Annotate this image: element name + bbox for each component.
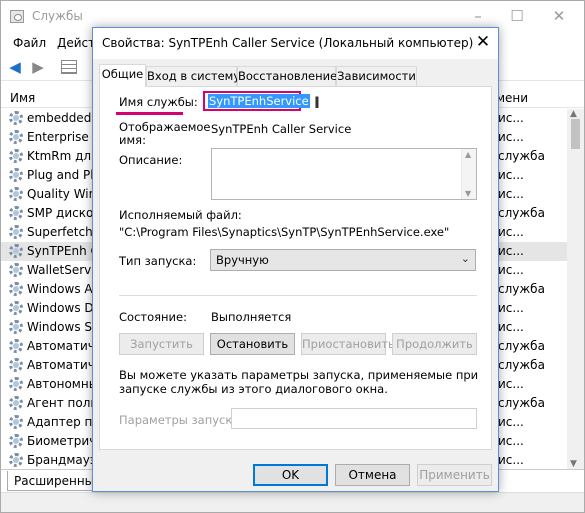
- service-gear-icon: [9, 149, 23, 163]
- stop-button[interactable]: Остановить: [210, 333, 295, 355]
- service-gear-icon: [9, 168, 23, 182]
- service-gear-icon: [9, 320, 23, 334]
- tab-general[interactable]: Общие: [99, 64, 146, 87]
- minimize-icon[interactable]: –: [468, 7, 488, 25]
- column-header-startup[interactable]: мени: [496, 91, 528, 105]
- column-header-name[interactable]: Имя: [10, 91, 35, 105]
- scroll-up-icon[interactable]: ▲: [465, 150, 471, 159]
- forward-arrow-icon[interactable]: ▶: [29, 59, 47, 75]
- services-window-title: Службы: [32, 9, 83, 23]
- dialog-title: Свойства: SynTPEnh Caller Service (Локал…: [102, 36, 474, 50]
- ok-button[interactable]: OK: [253, 464, 328, 486]
- start-params-input[interactable]: [231, 408, 477, 429]
- service-state-label: Состояние:: [119, 310, 187, 324]
- scroll-up-icon[interactable]: ▲: [570, 109, 577, 119]
- start-button[interactable]: Запустить: [119, 333, 204, 355]
- service-gear-icon: [9, 396, 23, 410]
- service-gear-icon: [9, 111, 23, 125]
- service-gear-icon: [9, 225, 23, 239]
- services-app-icon: [10, 10, 24, 23]
- start-params-info: Вы можете указать параметры запуска, при…: [119, 368, 479, 396]
- show-hide-tree-icon[interactable]: [61, 60, 77, 74]
- service-gear-icon: [9, 263, 23, 277]
- text-cursor-icon: I: [314, 93, 320, 112]
- service-gear-icon: [9, 358, 23, 372]
- description-field[interactable]: ▲ ▼: [211, 148, 477, 200]
- scrollbar-thumb[interactable]: [571, 119, 580, 149]
- startup-type-select[interactable]: Вручную ⌄: [210, 249, 476, 271]
- service-gear-icon: [9, 434, 23, 448]
- service-state-value: Выполняется: [211, 310, 292, 324]
- services-vertical-scrollbar[interactable]: ▲ ▼: [567, 109, 584, 469]
- display-name-value[interactable]: SynTPEnh Caller Service: [211, 122, 351, 136]
- menu-file[interactable]: Файл: [13, 36, 46, 50]
- service-gear-icon: [9, 187, 23, 201]
- service-gear-icon: [9, 453, 23, 467]
- resume-button[interactable]: Продолжить: [392, 333, 477, 355]
- executable-path[interactable]: "C:\Program Files\Synaptics\SynTP\SynTPE…: [119, 225, 449, 239]
- service-gear-icon: [9, 301, 23, 315]
- service-gear-icon: [9, 377, 23, 391]
- display-name-label: Отображаемое имя:: [119, 120, 211, 147]
- tab-recovery[interactable]: Восстановление: [237, 66, 337, 86]
- startup-type-value: Вручную: [216, 253, 269, 267]
- dialog-titlebar: Свойства: SynTPEnh Caller Service (Локал…: [93, 28, 498, 59]
- back-arrow-icon[interactable]: ◀: [6, 59, 24, 75]
- close-icon[interactable]: ✕: [473, 32, 493, 52]
- startup-type-label: Тип запуска:: [119, 254, 197, 268]
- chevron-down-icon: ⌄: [460, 252, 470, 265]
- services-statusbar: [1, 492, 584, 512]
- scroll-down-icon[interactable]: ▼: [570, 459, 577, 469]
- apply-button[interactable]: Применить: [417, 464, 492, 486]
- pause-button[interactable]: Приостановить: [301, 333, 395, 355]
- executable-label: Исполняемый файл:: [119, 208, 242, 222]
- highlight-box: SynTPEnhService: [203, 91, 310, 111]
- description-scrollbar[interactable]: ▲ ▼: [461, 149, 476, 199]
- service-gear-icon: [9, 244, 23, 258]
- close-icon[interactable]: ✕: [549, 7, 569, 25]
- service-gear-icon: [9, 415, 23, 429]
- maximize-icon[interactable]: ☐: [507, 7, 527, 25]
- service-name-value[interactable]: SynTPEnhService: [208, 94, 310, 108]
- divider: [119, 295, 477, 296]
- start-params-label: Параметры запуска:: [119, 413, 244, 427]
- tab-dependencies[interactable]: Зависимости: [336, 66, 417, 86]
- service-gear-icon: [9, 339, 23, 353]
- service-gear-icon: [9, 282, 23, 296]
- cancel-button[interactable]: Отмена: [335, 464, 410, 486]
- service-name-label: Имя службы:: [119, 95, 198, 109]
- service-properties-dialog: Свойства: SynTPEnh Caller Service (Локал…: [92, 27, 499, 492]
- scroll-down-icon[interactable]: ▼: [465, 189, 471, 198]
- highlight-underline: [116, 112, 183, 115]
- description-label: Описание:: [119, 153, 183, 167]
- service-gear-icon: [9, 206, 23, 220]
- general-tab-panel: Имя службы: SynTPEnhService I Отображаем…: [99, 86, 492, 450]
- service-gear-icon: [9, 130, 23, 144]
- tab-logon[interactable]: Вход в систему: [146, 66, 240, 86]
